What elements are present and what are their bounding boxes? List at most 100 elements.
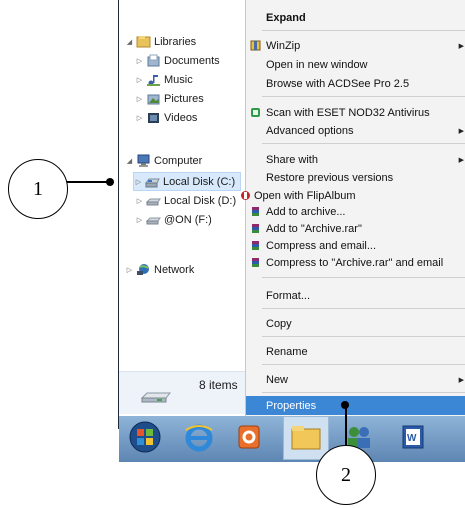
menu-item-properties[interactable]: Properties <box>246 396 465 415</box>
eset-icon <box>250 107 261 118</box>
nav-item-label: @ON (F:) <box>164 213 212 226</box>
expanded-arrow-icon[interactable]: ◢ <box>125 157 134 165</box>
menu-separator <box>262 277 465 278</box>
nav-item-videos[interactable]: ▷ Videos <box>135 109 198 126</box>
menu-item-rename[interactable]: Rename <box>246 342 465 361</box>
submenu-arrow-icon: ▶ <box>458 156 464 164</box>
menu-item-label: Rename <box>266 345 308 358</box>
collapsed-arrow-icon[interactable]: ▷ <box>135 114 144 122</box>
winrar-icon <box>250 257 261 268</box>
winrar-icon <box>250 240 261 251</box>
computer-icon <box>136 154 151 167</box>
menu-item-scan-eset[interactable]: Scan with ESET NOD32 Antivirus <box>246 103 465 122</box>
submenu-arrow-icon: ▶ <box>458 127 464 135</box>
menu-separator <box>262 143 465 144</box>
menu-item-copy[interactable]: Copy <box>246 314 465 333</box>
internet-explorer-icon[interactable] <box>181 420 217 454</box>
menu-item-label: Format... <box>266 289 311 302</box>
nav-item-label: Network <box>154 263 195 276</box>
collapsed-arrow-icon[interactable]: ▷ <box>135 197 144 205</box>
nav-item-label: Pictures <box>164 92 204 105</box>
drive-icon <box>145 175 160 188</box>
nav-item-label: Local Disk (C:) <box>163 175 236 188</box>
libraries-icon <box>136 35 151 48</box>
menu-item-label: Share with <box>266 153 318 166</box>
menu-item-advanced-options[interactable]: Advanced options ▶ <box>246 121 465 140</box>
item-count: 8 items <box>199 378 238 392</box>
videos-icon <box>146 111 161 124</box>
menu-item-winzip[interactable]: WinZip ▶ <box>246 36 465 55</box>
menu-item-label: Expand <box>266 11 306 24</box>
word-icon[interactable]: W <box>395 420 431 454</box>
nav-item-label: Local Disk (D:) <box>164 194 237 207</box>
drive-icon <box>145 213 161 226</box>
nav-item-label: Documents <box>164 54 220 67</box>
nav-item-network[interactable]: ▷ Network <box>125 261 195 278</box>
drive-icon <box>145 194 161 207</box>
file-explorer-icon[interactable] <box>283 416 329 460</box>
nav-item-label: Videos <box>164 111 198 124</box>
menu-item-label: Compress and email... <box>266 239 377 252</box>
menu-item-new[interactable]: New ▶ <box>246 370 465 389</box>
winrar-icon <box>250 223 261 234</box>
nav-item-pictures[interactable]: ▷ Pictures <box>135 90 204 107</box>
menu-item-label: Add to archive... <box>266 205 346 218</box>
menu-item-label: WinZip <box>266 39 301 52</box>
menu-item-label: Add to "Archive.rar" <box>266 222 362 235</box>
nav-item-computer[interactable]: ◢ Computer <box>125 152 202 169</box>
taskbar: W <box>119 416 465 462</box>
nav-item-local-disk-d[interactable]: ▷ Local Disk (D:) <box>135 192 236 209</box>
callout-leader-1 <box>66 181 110 183</box>
menu-separator <box>262 96 465 97</box>
menu-item-open-new-window[interactable]: Open in new window <box>246 55 465 74</box>
nav-item-libraries[interactable]: ◢ Libraries <box>125 33 196 50</box>
nav-item-documents[interactable]: ▷ Documents <box>135 52 220 69</box>
network-icon <box>136 263 151 276</box>
documents-icon <box>146 54 161 67</box>
nav-item-label: Libraries <box>154 35 197 48</box>
nav-item-on-f[interactable]: ▷ @ON (F:) <box>135 211 212 228</box>
winrar-icon <box>250 206 261 217</box>
navigation-pane: ◢ Libraries ▷ Documents ▷ Music ▷ Pictur… <box>119 0 245 380</box>
callout-number: 1 <box>33 177 43 200</box>
menu-item-format[interactable]: Format... <box>246 286 465 305</box>
flipalbum-icon <box>240 190 251 201</box>
expanded-arrow-icon[interactable]: ◢ <box>125 38 134 46</box>
menu-separator <box>262 308 465 309</box>
collapsed-arrow-icon[interactable]: ▷ <box>135 76 144 84</box>
menu-item-label: New <box>266 373 289 386</box>
collapsed-arrow-icon[interactable]: ▷ <box>134 178 143 186</box>
nav-item-local-disk-c[interactable]: ▷ Local Disk (C:) <box>133 172 241 191</box>
callout-1: 1 <box>8 159 68 219</box>
menu-item-label: Compress to "Archive.rar" and email <box>266 256 444 269</box>
menu-item-share-with[interactable]: Share with ▶ <box>246 150 465 169</box>
menu-item-label: Browse with ACDSee Pro 2.5 <box>266 77 410 90</box>
menu-separator <box>262 30 465 31</box>
drive-icon <box>140 390 172 403</box>
menu-separator <box>262 392 465 393</box>
outlook-icon[interactable] <box>231 420 267 454</box>
menu-item-label: Restore previous versions <box>266 171 394 184</box>
menu-item-expand[interactable]: Expand <box>246 8 465 27</box>
menu-item-compress-to-rar-email[interactable]: Compress to "Archive.rar" and email <box>246 253 465 272</box>
nav-item-music[interactable]: ▷ Music <box>135 71 193 88</box>
start-orb-icon[interactable] <box>127 420 163 454</box>
collapsed-arrow-icon[interactable]: ▷ <box>135 216 144 224</box>
collapsed-arrow-icon[interactable]: ▷ <box>135 95 144 103</box>
menu-item-label: Advanced options <box>266 124 354 137</box>
menu-item-label: Scan with ESET NOD32 Antivirus <box>266 106 430 119</box>
nav-item-label: Music <box>164 73 193 86</box>
menu-separator <box>262 364 465 365</box>
svg-text:W: W <box>407 433 417 444</box>
callout-leader-2 <box>345 405 347 445</box>
callout-number: 2 <box>341 463 351 486</box>
menu-item-browse-acdsee[interactable]: Browse with ACDSee Pro 2.5 <box>246 74 465 93</box>
menu-item-restore-previous[interactable]: Restore previous versions <box>246 168 465 187</box>
submenu-arrow-icon: ▶ <box>458 42 464 50</box>
pictures-icon <box>146 92 161 105</box>
collapsed-arrow-icon[interactable]: ▷ <box>135 57 144 65</box>
callout-pointer-1 <box>106 178 114 186</box>
collapsed-arrow-icon[interactable]: ▷ <box>125 266 134 274</box>
explorer-screenshot: ◢ Libraries ▷ Documents ▷ Music ▷ Pictur… <box>118 0 465 462</box>
menu-item-label: Open in new window <box>266 58 368 71</box>
